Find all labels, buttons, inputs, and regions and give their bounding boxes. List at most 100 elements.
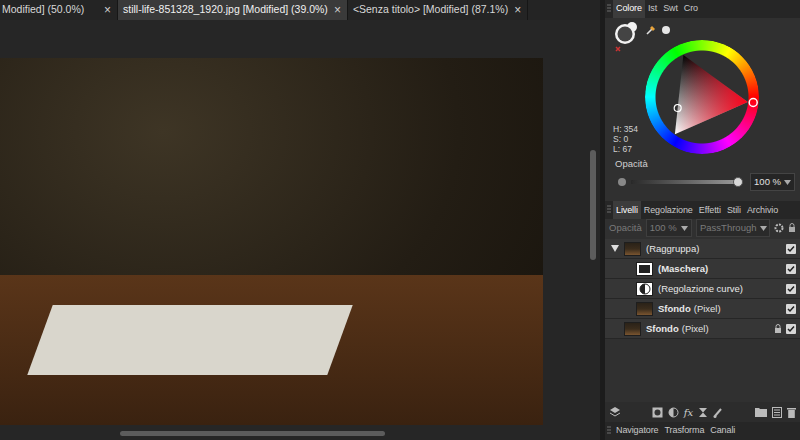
visibility-checkbox[interactable] [786, 324, 796, 334]
document-tab[interactable]: Modified] (50.0%) × [0, 0, 118, 20]
gear-icon[interactable] [774, 223, 784, 233]
slider-fill [631, 180, 738, 184]
opacity-slider-row: 100 % [605, 171, 800, 191]
fx-button[interactable]: fx [684, 405, 693, 420]
opacity-min-icon [617, 177, 627, 187]
tab-label: Modified] (50.0%) [2, 2, 84, 18]
tab-label: <Senza titolo> [Modified] (87.1%) [353, 2, 508, 18]
layer-opacity-field[interactable]: 100 % [646, 219, 692, 237]
layer-thumbnail [636, 262, 653, 276]
layer-name: (Raggruppa) [646, 242, 699, 256]
panel-tab[interactable]: Cro [681, 0, 701, 18]
eyedropper-icon[interactable] [645, 24, 657, 36]
layer-row[interactable]: (Raggruppa) [605, 239, 800, 259]
panel-tab[interactable]: Regolazione [641, 201, 696, 219]
grip-icon[interactable] [605, 422, 613, 440]
opacity-label: Opacità [605, 154, 800, 171]
expand-triangle-icon[interactable] [611, 245, 619, 252]
lock-icon[interactable] [788, 223, 796, 233]
dropdown-icon[interactable] [784, 180, 791, 185]
visibility-checkbox[interactable] [786, 284, 796, 294]
panel-tab[interactable]: Effetti [696, 201, 724, 219]
visibility-checkbox[interactable] [786, 264, 796, 274]
layer-thumbnail [636, 302, 653, 316]
panel-tab[interactable]: Canali [707, 422, 738, 440]
document-tabs: Modified] (50.0%)×still-life-851328_1920… [0, 0, 600, 20]
panel-tab[interactable]: Navigatore [613, 422, 662, 440]
layer-name: (Regolazione curve) [658, 282, 743, 296]
picked-color-icon[interactable] [661, 25, 671, 35]
opacity-slider[interactable] [631, 180, 738, 184]
layers-toolbar: fx [605, 402, 800, 422]
layers-icon[interactable] [609, 406, 621, 418]
panel-tab[interactable]: Stili [724, 201, 744, 219]
close-button[interactable]: × [104, 4, 111, 16]
close-button[interactable]: × [334, 4, 341, 16]
panel-tab[interactable]: Ist [645, 0, 660, 18]
visibility-checkbox[interactable] [786, 244, 796, 254]
layer-options: Opacità 100 % PassThrough [605, 219, 800, 237]
layer-thumbnail [636, 282, 653, 296]
blend-mode-field[interactable]: PassThrough [696, 219, 770, 237]
tab-label: Cro [684, 2, 698, 16]
color-panel: H: 354S: 0L: 67 [605, 18, 800, 154]
trash-icon[interactable] [787, 407, 796, 418]
visibility-checkbox[interactable] [786, 304, 796, 314]
layer-thumbnail [624, 242, 641, 256]
document-area: Modified] (50.0%)×still-life-851328_1920… [0, 0, 600, 440]
grip-icon[interactable] [605, 201, 613, 219]
layer-row[interactable]: (Maschera) [605, 259, 800, 279]
folder-icon[interactable] [755, 407, 767, 417]
color-wheel[interactable] [645, 40, 759, 154]
tab-label: Livelli [616, 204, 638, 218]
layer-row[interactable]: Sfondo(Pixel) [605, 299, 800, 319]
panel-tab[interactable]: Livelli [613, 201, 641, 219]
layers-list: (Raggruppa) (Maschera) (Regolazione curve)… [605, 237, 800, 402]
dropdown-icon[interactable] [681, 226, 688, 231]
lock-icon[interactable] [774, 324, 782, 334]
layer-name: (Maschera) [658, 262, 708, 276]
tab-label: Navigatore [616, 424, 659, 438]
tab-label: Stili [727, 204, 741, 218]
tab-label: Effetti [699, 204, 721, 218]
panel-tab[interactable]: Archivio [744, 201, 781, 219]
panel-tab[interactable]: Colore [613, 0, 645, 18]
opacity-label: Opacità [609, 221, 642, 235]
grip-icon[interactable] [605, 0, 613, 18]
mask-icon[interactable] [652, 407, 663, 418]
tab-label: Swt [663, 2, 678, 16]
photo[interactable] [0, 58, 543, 425]
opacity-field[interactable]: 100 % [750, 173, 795, 191]
live-filter-icon[interactable] [698, 407, 708, 418]
tab-label: Archivio [747, 204, 778, 218]
color-triangle[interactable] [671, 55, 752, 142]
horizontal-scrollbar[interactable] [0, 426, 600, 440]
layer-type: (Pixel) [694, 302, 721, 316]
adjustment-icon[interactable] [668, 407, 679, 418]
layer-name: Sfondo [658, 302, 691, 316]
panel-tab[interactable]: Trasforma [662, 422, 708, 440]
vertical-scrollbar[interactable] [590, 20, 598, 426]
close-button[interactable]: × [514, 4, 521, 16]
layer-type: (Pixel) [682, 322, 709, 336]
hue-marker[interactable] [749, 98, 757, 106]
panel-tab[interactable]: Swt [660, 0, 681, 18]
dropdown-icon[interactable] [760, 226, 767, 231]
hsl-readout: H: 354S: 0L: 67 [613, 124, 645, 154]
color-tabs: ColoreIstSwt Cro [605, 0, 800, 18]
layer-row[interactable]: Sfondo(Pixel) [605, 319, 800, 339]
studio-panel: ColoreIstSwtCroH: 354S: 0L: 67Opacità100… [605, 0, 800, 440]
lightness-marker[interactable] [674, 104, 682, 112]
color-swatch-icon[interactable] [613, 20, 645, 54]
document-tab[interactable]: <Senza titolo> [Modified] (87.1%) × [348, 0, 528, 20]
blend-mode-value: PassThrough [700, 221, 757, 235]
readout-value: S: 0 [613, 134, 645, 144]
opacity-value: 100 % [754, 175, 781, 189]
brush-icon[interactable] [713, 407, 724, 418]
tab-label: Colore [616, 2, 642, 16]
layer-row[interactable]: (Regolazione curve) [605, 279, 800, 299]
new-layer-icon[interactable] [772, 407, 782, 418]
saturation-marker[interactable] [674, 104, 682, 112]
slider-knob[interactable] [733, 177, 743, 187]
document-tab[interactable]: still-life-851328_1920.jpg [Modified] (3… [118, 0, 348, 20]
